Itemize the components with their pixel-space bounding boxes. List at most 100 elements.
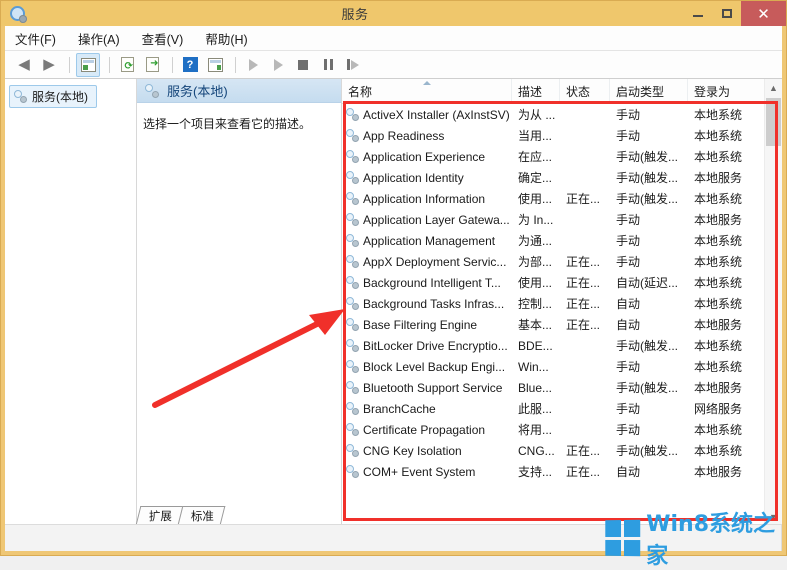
table-row[interactable]: Application Layer Gatewa... 为 In... 手动 本地服务	[342, 209, 782, 230]
scrollbar-thumb[interactable]	[766, 98, 781, 146]
tab-extended[interactable]: 扩展	[135, 506, 184, 525]
restart-service-icon[interactable]	[342, 54, 364, 76]
table-row[interactable]: COM+ Event System 支持... 正在... 自动 本地服务	[342, 461, 782, 482]
scroll-down-icon[interactable]: ▼	[765, 508, 782, 525]
toolbar-separator-4	[235, 56, 236, 73]
cell-log-on-as: 本地系统	[694, 150, 743, 164]
cell-name: Application Layer Gatewa...	[342, 213, 512, 227]
tab-standard[interactable]: 标准	[177, 506, 226, 525]
service-name-label: App Readiness	[363, 128, 445, 143]
cell-name: COM+ Event System	[342, 465, 512, 479]
service-icon	[346, 255, 359, 268]
table-row[interactable]: AppX Deployment Servic... 为部... 正在... 手动 本地系…	[342, 251, 782, 272]
cell-startup-type: 手动	[616, 402, 641, 416]
column-header-status[interactable]: 状态	[560, 79, 610, 103]
column-header-name-label: 名称	[348, 84, 373, 99]
table-row[interactable]: Block Level Backup Engi... Win... 手动 本地系统	[342, 356, 782, 377]
cell-log-on-as: 本地系统	[694, 339, 743, 353]
table-row[interactable]: Application Experience 在应... 手动(触发... 本地系统	[342, 146, 782, 167]
service-name-label: Bluetooth Support Service	[363, 380, 503, 395]
window-title: 服务	[341, 7, 369, 22]
close-button[interactable]: ✕	[741, 1, 786, 26]
cell-startup-type: 自动(延迟...	[616, 276, 678, 290]
service-icon	[346, 444, 359, 457]
tree-item-label: 服务(本地)	[32, 90, 88, 104]
cell-startup-type: 自动	[616, 297, 641, 311]
cell-status: 正在...	[566, 318, 601, 332]
cell-startup-type: 手动	[616, 255, 641, 269]
service-name-label: Application Management	[363, 233, 496, 248]
service-name-label: Background Tasks Infras...	[363, 296, 505, 311]
toolbar-separator-2	[109, 56, 110, 73]
cell-name: App Readiness	[342, 129, 512, 143]
table-row[interactable]: ActiveX Installer (AxInstSV) 为从 ... 手动 本地系统	[342, 104, 782, 125]
scroll-up-icon[interactable]: ▲	[765, 79, 782, 96]
cell-log-on-as: 本地服务	[694, 465, 743, 479]
menu-view[interactable]: 查看(V)	[142, 29, 184, 48]
maximize-button[interactable]	[712, 1, 741, 26]
table-row[interactable]: Application Identity 确定... 手动(触发... 本地服务	[342, 167, 782, 188]
results-pane: 服务(本地) 选择一个项目来查看它的描述。 名称 描述 状态 启动类型 登录为 …	[137, 79, 782, 525]
cell-name: AppX Deployment Servic...	[342, 255, 512, 269]
table-row[interactable]: Bluetooth Support Service Blue... 手动(触发...…	[342, 377, 782, 398]
cell-log-on-as: 本地服务	[694, 171, 743, 185]
service-icon	[346, 213, 359, 226]
stop-service-icon[interactable]	[292, 54, 314, 76]
export-list-icon[interactable]: ➜	[141, 54, 163, 76]
service-icon	[346, 318, 359, 331]
help-icon[interactable]: ?	[179, 54, 201, 76]
tree-item-services-local[interactable]: 服务(本地)	[9, 85, 97, 108]
start-service-icon[interactable]	[242, 54, 264, 76]
cell-status: 正在...	[566, 465, 601, 479]
table-row[interactable]: App Readiness 当用... 手动 本地系统	[342, 125, 782, 146]
cell-name: Block Level Backup Engi...	[342, 360, 512, 374]
cell-log-on-as: 本地系统	[694, 192, 743, 206]
menu-action[interactable]: 操作(A)	[78, 29, 120, 48]
minimize-button[interactable]	[683, 1, 712, 26]
column-header-log-on-as[interactable]: 登录为	[688, 79, 758, 103]
service-name-label: Application Identity	[363, 170, 464, 185]
service-icon	[346, 108, 359, 121]
service-name-label: Application Experience	[363, 149, 486, 164]
table-row[interactable]: Application Information 使用... 正在... 手动(触发..…	[342, 188, 782, 209]
services-icon	[145, 83, 159, 98]
service-name-label: Background Intelligent T...	[363, 275, 501, 290]
service-name-label: Block Level Backup Engi...	[363, 359, 506, 374]
column-header-name[interactable]: 名称	[342, 79, 512, 103]
column-header-description[interactable]: 描述	[512, 79, 560, 103]
list-vertical-scrollbar[interactable]: ▲ ▼	[764, 79, 782, 525]
service-icon	[346, 150, 359, 163]
resume-service-icon[interactable]	[267, 54, 289, 76]
cell-startup-type: 手动	[616, 129, 641, 143]
cell-log-on-as: 本地服务	[694, 213, 743, 227]
table-row[interactable]: BranchCache 此服... 手动 网络服务	[342, 398, 782, 419]
cell-description: Win...	[518, 359, 549, 374]
cell-description: CNG...	[518, 443, 555, 458]
table-row[interactable]: Background Tasks Infras... 控制... 正在... 自动 本地…	[342, 293, 782, 314]
cell-startup-type: 手动(触发...	[616, 444, 678, 458]
table-row[interactable]: Application Management 为通... 手动 本地系统	[342, 230, 782, 251]
table-row[interactable]: CNG Key Isolation CNG... 正在... 手动(触发... 本地系统	[342, 440, 782, 461]
service-icon	[346, 234, 359, 247]
menu-file[interactable]: 文件(F)	[15, 29, 56, 48]
forward-icon[interactable]: ▶	[38, 54, 60, 76]
scrollbar-track[interactable]	[765, 96, 782, 508]
table-row[interactable]: Background Intelligent T... 使用... 正在... 自动(…	[342, 272, 782, 293]
toolbar-separator-1	[69, 56, 70, 73]
table-row[interactable]: Base Filtering Engine 基本... 正在... 自动 本地服务	[342, 314, 782, 335]
cell-name: Background Tasks Infras...	[342, 297, 512, 311]
refresh-icon[interactable]: ⟳	[116, 54, 138, 76]
pause-service-icon[interactable]	[317, 54, 339, 76]
table-row[interactable]: BitLocker Drive Encryptio... BDE... 手动(触发.…	[342, 335, 782, 356]
cell-log-on-as: 本地系统	[694, 297, 743, 311]
properties-icon[interactable]	[204, 54, 226, 76]
menu-help[interactable]: 帮助(H)	[205, 29, 247, 48]
column-header-startup-type[interactable]: 启动类型	[610, 79, 688, 103]
table-row[interactable]: Certificate Propagation 将用... 手动 本地系统	[342, 419, 782, 440]
cell-log-on-as: 本地系统	[694, 444, 743, 458]
status-bar	[5, 524, 782, 551]
show-hide-console-tree-icon[interactable]	[76, 52, 100, 77]
back-icon[interactable]: ◀	[13, 54, 35, 76]
cell-name: Bluetooth Support Service	[342, 381, 512, 395]
cell-startup-type: 手动(触发...	[616, 171, 678, 185]
